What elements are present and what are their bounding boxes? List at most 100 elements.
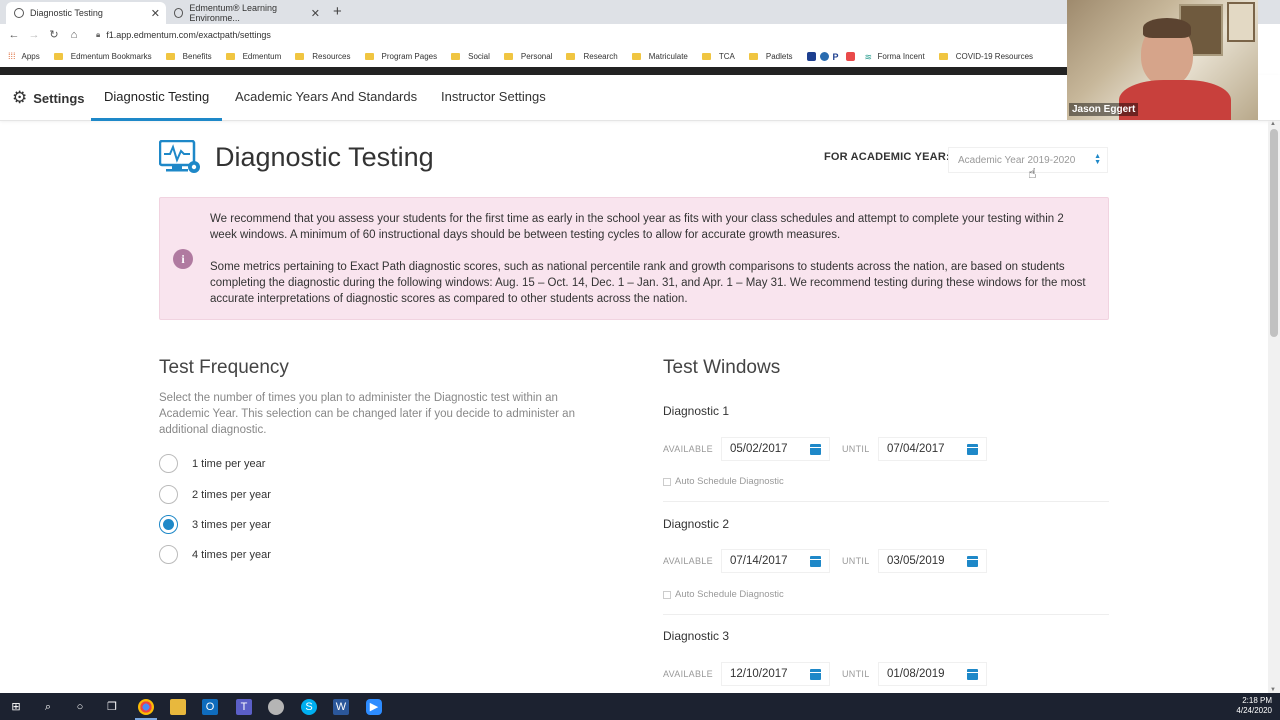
calendar-icon[interactable] [967, 556, 978, 567]
bookmark-folder[interactable]: Social [451, 52, 490, 61]
browser-tab-edmentum[interactable]: Edmentum® Learning Environme... ✕ [166, 2, 326, 24]
calendar-icon[interactable] [810, 444, 821, 455]
page-scrollbar[interactable]: ▲ ▼ [1268, 121, 1280, 693]
test-windows-title: Test Windows [663, 357, 781, 378]
calendar-icon[interactable] [967, 669, 978, 680]
search-icon[interactable]: ⌕ [40, 699, 56, 715]
divider [663, 614, 1109, 615]
settings-heading: ⚙ Settings [12, 88, 85, 108]
bookmark-apps[interactable]: ⁞⁞⁞ Apps [8, 51, 40, 61]
zoom-icon[interactable]: ▶ [366, 699, 382, 715]
radio-button-selected[interactable] [159, 515, 178, 534]
bookmark-label: Forma Incent [877, 51, 925, 61]
new-tab-icon[interactable]: + [333, 3, 342, 20]
frequency-option-2[interactable]: 2 times per year [159, 485, 271, 504]
bookmark-folder[interactable]: COVID-19 Resources [938, 52, 1033, 61]
snipping-icon[interactable] [268, 699, 284, 715]
tab-academic-years[interactable]: Academic Years And Standards [235, 89, 417, 104]
tab-diagnostic-testing[interactable]: Diagnostic Testing [104, 89, 209, 104]
scroll-up-icon[interactable]: ▲ [1270, 121, 1276, 127]
bookmark-folder[interactable]: Edmentum Bookmarks [53, 51, 152, 61]
bookmark-folder[interactable]: Matriculate [631, 52, 688, 61]
tab-instructor-settings[interactable]: Instructor Settings [441, 89, 546, 104]
frequency-option-4[interactable]: 4 times per year [159, 545, 271, 564]
auto-schedule-checkbox[interactable] [663, 590, 671, 599]
word-icon[interactable]: W [333, 699, 349, 715]
diagnostic-3-title: Diagnostic 3 [663, 629, 730, 643]
radio-button[interactable] [159, 485, 178, 504]
until-date-input[interactable]: 07/04/2017 [878, 437, 987, 461]
date-value: 05/02/2017 [730, 443, 788, 455]
forward-icon[interactable]: → [24, 29, 44, 41]
bookmark-folder[interactable]: Program Pages [364, 52, 437, 61]
presenter-name: Jason Eggert [1069, 103, 1139, 116]
task-view-icon[interactable]: ❐ [104, 699, 120, 715]
bookmark-folder[interactable]: Padlets [748, 51, 793, 61]
auto-schedule-checkbox[interactable] [663, 477, 671, 486]
radio-button[interactable] [159, 454, 178, 473]
until-date-input[interactable]: 03/05/2019 [878, 549, 987, 573]
folder-icon [701, 52, 711, 60]
available-date-input[interactable]: 07/14/2017 [721, 549, 830, 573]
calendar-icon[interactable] [810, 669, 821, 680]
auto-schedule-label: Auto Schedule Diagnostic [675, 589, 784, 600]
bookmark-folder[interactable]: Edmentum [225, 52, 281, 61]
date-value: 07/04/2017 [887, 443, 945, 455]
available-date-input[interactable]: 12/10/2017 [721, 662, 830, 686]
auto-schedule-1[interactable]: Auto Schedule Diagnostic [663, 476, 784, 487]
bookmark-forma[interactable]: ≋ Forma Incent [864, 51, 925, 62]
skype-icon[interactable]: S [301, 699, 317, 715]
chrome-icon[interactable] [138, 699, 154, 715]
bookmark-label: Padlets [765, 51, 793, 61]
frequency-option-1[interactable]: 1 time per year [159, 454, 265, 473]
home-icon[interactable]: ⌂ [64, 29, 84, 41]
close-icon[interactable]: ✕ [151, 7, 160, 20]
bookmark-icons[interactable]: P [806, 51, 859, 62]
back-icon[interactable]: ← [4, 29, 24, 41]
file-explorer-icon[interactable] [170, 699, 186, 715]
calendar-icon[interactable] [967, 444, 978, 455]
bookmark-site-icon [806, 51, 816, 61]
bookmark-site-icon [819, 51, 829, 61]
bookmark-label: TCA [718, 51, 735, 61]
teams-icon[interactable]: T [236, 699, 252, 715]
calendar-icon[interactable] [810, 556, 821, 567]
bookmark-label: Social [468, 51, 490, 61]
radio-button[interactable] [159, 545, 178, 564]
bookmark-folder[interactable]: TCA [701, 51, 735, 61]
address-bar[interactable]: 🔒︎ f1.app.edmentum.com/exactpath/setting… [96, 30, 271, 40]
windows-start-icon[interactable]: ⊞ [8, 699, 24, 715]
bookmark-folder[interactable]: Personal [503, 52, 552, 61]
windows-taskbar: ⊞ ⌕ ○ ❐ O T S W ▶ 2:18 PM 4/24/2020 [0, 693, 1280, 720]
auto-schedule-2[interactable]: Auto Schedule Diagnostic [663, 589, 784, 600]
scrollbar-thumb[interactable] [1270, 129, 1278, 337]
tab-label: Edmentum® Learning Environme... [189, 3, 277, 23]
close-icon[interactable]: ✕ [311, 7, 320, 20]
bookmark-folder[interactable]: Resources [295, 52, 351, 61]
reload-icon[interactable]: ↻ [44, 28, 64, 41]
presenter-hair [1143, 18, 1191, 38]
radio-label: 4 times per year [192, 548, 271, 561]
forma-icon: ≋ [864, 51, 874, 62]
bookmark-folder[interactable]: Research [566, 52, 618, 61]
webcam-overlay: Jason Eggert [1067, 0, 1258, 120]
test-frequency-description: Select the number of times you plan to a… [159, 392, 575, 436]
tab-label: Diagnostic Testing [30, 8, 103, 18]
app-top-bar [0, 67, 1068, 75]
browser-tab-diagnostic-testing[interactable]: Diagnostic Testing ✕ [6, 2, 166, 24]
folder-icon [566, 52, 576, 60]
cortana-icon[interactable]: ○ [72, 699, 88, 715]
frequency-option-3[interactable]: 3 times per year [159, 515, 271, 534]
alert-paragraph-1: We recommend that you assess your studen… [210, 213, 1064, 241]
taskbar-clock[interactable]: 2:18 PM 4/24/2020 [1236, 696, 1272, 716]
available-date-input[interactable]: 05/02/2017 [721, 437, 830, 461]
recommendation-alert: i We recommend that you assess your stud… [159, 197, 1109, 320]
outlook-icon[interactable]: O [202, 699, 218, 715]
date-value: 01/08/2019 [887, 668, 945, 680]
edmentum-favicon-icon [14, 8, 24, 18]
folder-icon [451, 52, 461, 60]
bookmark-folder[interactable]: Benefits [165, 52, 212, 61]
until-date-input[interactable]: 01/08/2019 [878, 662, 987, 686]
bookmark-label: Edmentum Bookmarks [70, 51, 152, 61]
available-label: AVAILABLE [663, 556, 713, 566]
